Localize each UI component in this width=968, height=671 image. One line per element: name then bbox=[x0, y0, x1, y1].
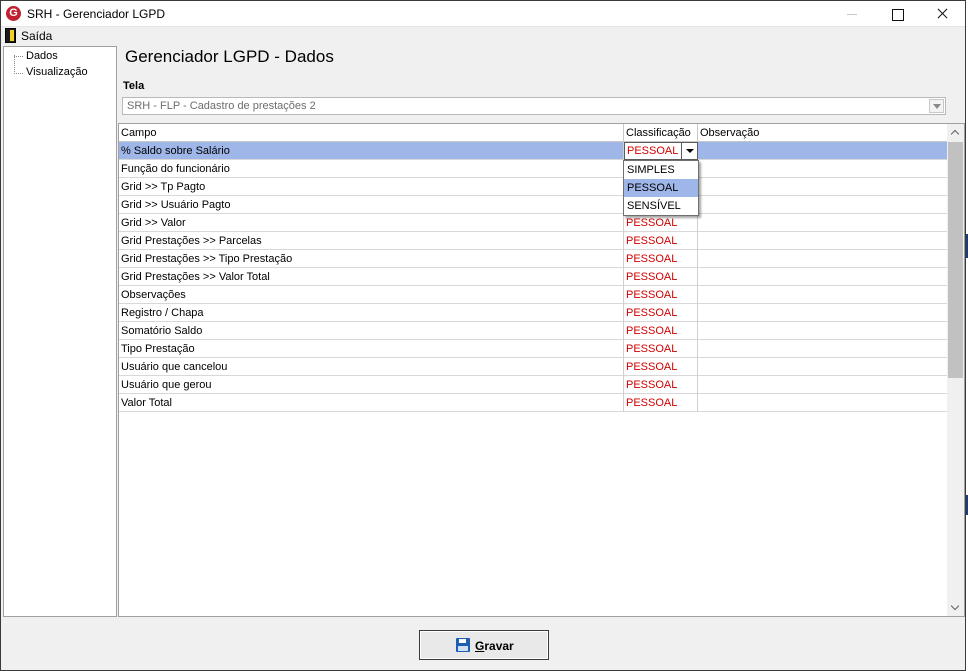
minimize-button[interactable] bbox=[829, 1, 875, 27]
tree-connector bbox=[14, 56, 23, 57]
classification-dropdown-list: SIMPLES PESSOAL SENSÍVEL bbox=[623, 160, 699, 216]
cell-campo[interactable]: Somatório Saldo bbox=[119, 322, 624, 340]
cell-observacao[interactable] bbox=[698, 358, 948, 376]
window-title: SRH - Gerenciador LGPD bbox=[27, 7, 166, 21]
exit-door-icon[interactable] bbox=[5, 28, 16, 43]
column-header-classificacao[interactable]: Classificação bbox=[624, 124, 698, 142]
table-row[interactable]: Grid Prestações >> Parcelas PESSOAL bbox=[119, 232, 948, 250]
vertical-scrollbar[interactable] bbox=[947, 124, 964, 616]
scroll-down-icon[interactable] bbox=[947, 599, 964, 616]
column-header-observacao[interactable]: Observação bbox=[698, 124, 948, 142]
table-row[interactable]: % Saldo sobre Salário PESSOAL bbox=[119, 142, 948, 160]
table-row[interactable]: Grid >> Usuário Pagto bbox=[119, 196, 948, 214]
cell-observacao[interactable] bbox=[698, 232, 948, 250]
cell-observacao[interactable] bbox=[698, 214, 948, 232]
tela-select-value: SRH - FLP - Cadastro de prestações 2 bbox=[127, 100, 316, 112]
menu-item-exit[interactable]: Saída bbox=[21, 29, 52, 43]
cell-campo[interactable]: Grid Prestações >> Tipo Prestação bbox=[119, 250, 624, 268]
table-row[interactable]: Somatório Saldo PESSOAL bbox=[119, 322, 948, 340]
grid-header: Campo Classificação Observação bbox=[119, 124, 948, 142]
tree-connector bbox=[14, 55, 22, 74]
cell-observacao[interactable] bbox=[698, 196, 948, 214]
chevron-down-icon[interactable] bbox=[681, 143, 697, 159]
cell-classificacao[interactable]: PESSOAL bbox=[624, 394, 698, 412]
table-row[interactable]: Usuário que gerou PESSOAL bbox=[119, 376, 948, 394]
cell-observacao[interactable] bbox=[698, 286, 948, 304]
save-button[interactable]: Gravar bbox=[419, 630, 549, 660]
cell-observacao[interactable] bbox=[698, 142, 948, 160]
cell-observacao[interactable] bbox=[698, 340, 948, 358]
table-row[interactable]: Observações PESSOAL bbox=[119, 286, 948, 304]
cell-campo[interactable]: Usuário que gerou bbox=[119, 376, 624, 394]
dropdown-option-simples[interactable]: SIMPLES bbox=[624, 161, 698, 179]
chevron-down-icon[interactable] bbox=[929, 99, 944, 113]
table-row[interactable]: Usuário que cancelou PESSOAL bbox=[119, 358, 948, 376]
cell-classificacao[interactable]: PESSOAL bbox=[624, 358, 698, 376]
table-row[interactable]: Valor Total PESSOAL bbox=[119, 394, 948, 412]
cell-campo[interactable]: Grid >> Usuário Pagto bbox=[119, 196, 624, 214]
table-row[interactable]: Grid Prestações >> Valor Total PESSOAL bbox=[119, 268, 948, 286]
cell-observacao[interactable] bbox=[698, 304, 948, 322]
dropdown-option-sensivel[interactable]: SENSÍVEL bbox=[624, 197, 698, 215]
cell-classificacao[interactable]: PESSOAL bbox=[624, 214, 698, 232]
classification-select[interactable]: PESSOAL bbox=[624, 142, 698, 160]
cell-campo[interactable]: Valor Total bbox=[119, 394, 624, 412]
cell-observacao[interactable] bbox=[698, 376, 948, 394]
cell-classificacao[interactable]: PESSOAL bbox=[624, 304, 698, 322]
cell-campo[interactable]: Registro / Chapa bbox=[119, 304, 624, 322]
cell-campo[interactable]: Grid >> Tp Pagto bbox=[119, 178, 624, 196]
table-row[interactable]: Registro / Chapa PESSOAL bbox=[119, 304, 948, 322]
close-button[interactable] bbox=[919, 1, 965, 27]
cell-classificacao[interactable]: PESSOAL bbox=[624, 286, 698, 304]
tela-select[interactable]: SRH - FLP - Cadastro de prestações 2 bbox=[122, 97, 946, 115]
floppy-disk-icon bbox=[456, 638, 470, 652]
classification-select-value: PESSOAL bbox=[627, 145, 679, 157]
cell-observacao[interactable] bbox=[698, 322, 948, 340]
page-title: Gerenciador LGPD - Dados bbox=[125, 47, 334, 66]
cell-campo[interactable]: Função do funcionário bbox=[119, 160, 624, 178]
menu-bar: Saída bbox=[1, 27, 965, 45]
dropdown-option-pessoal[interactable]: PESSOAL bbox=[624, 179, 698, 197]
title-bar: G SRH - Gerenciador LGPD bbox=[1, 1, 965, 27]
cell-campo[interactable]: Tipo Prestação bbox=[119, 340, 624, 358]
cell-observacao[interactable] bbox=[698, 160, 948, 178]
table-row[interactable]: Grid >> Tp Pagto bbox=[119, 178, 948, 196]
tree-connector bbox=[14, 73, 23, 74]
cell-campo[interactable]: Usuário que cancelou bbox=[119, 358, 624, 376]
cell-observacao[interactable] bbox=[698, 394, 948, 412]
cell-observacao[interactable] bbox=[698, 178, 948, 196]
cell-classificacao[interactable]: PESSOAL bbox=[624, 268, 698, 286]
table-row[interactable]: Grid Prestações >> Tipo Prestação PESSOA… bbox=[119, 250, 948, 268]
maximize-button[interactable] bbox=[875, 1, 921, 27]
tela-label: Tela bbox=[123, 80, 145, 92]
save-button-label: Gravar bbox=[475, 639, 514, 653]
cell-campo[interactable]: Grid Prestações >> Valor Total bbox=[119, 268, 624, 286]
scrollbar-thumb[interactable] bbox=[948, 142, 963, 378]
cell-observacao[interactable] bbox=[698, 250, 948, 268]
app-logo-icon: G bbox=[6, 6, 21, 21]
cell-classificacao[interactable]: PESSOAL bbox=[624, 322, 698, 340]
fields-grid[interactable]: Campo Classificação Observação % Saldo s… bbox=[118, 123, 965, 617]
cell-classificacao[interactable]: PESSOAL bbox=[624, 250, 698, 268]
app-window: G SRH - Gerenciador LGPD Saída Dados Vis… bbox=[0, 0, 966, 671]
table-row[interactable]: Grid >> Valor PESSOAL bbox=[119, 214, 948, 232]
cell-campo[interactable]: % Saldo sobre Salário bbox=[119, 142, 624, 160]
cell-classificacao[interactable]: PESSOAL bbox=[624, 340, 698, 358]
column-header-campo[interactable]: Campo bbox=[119, 124, 624, 142]
navigation-tree: Dados Visualização bbox=[3, 46, 117, 617]
tree-item-dados[interactable]: Dados bbox=[26, 50, 58, 62]
table-row[interactable]: Função do funcionário bbox=[119, 160, 948, 178]
cell-campo[interactable]: Observações bbox=[119, 286, 624, 304]
table-row[interactable]: Tipo Prestação PESSOAL bbox=[119, 340, 948, 358]
tree-item-visualizacao[interactable]: Visualização bbox=[26, 66, 88, 78]
cell-classificacao[interactable]: PESSOAL bbox=[624, 232, 698, 250]
scroll-up-icon[interactable] bbox=[947, 124, 964, 141]
cell-observacao[interactable] bbox=[698, 268, 948, 286]
cell-campo[interactable]: Grid Prestações >> Parcelas bbox=[119, 232, 624, 250]
cell-campo[interactable]: Grid >> Valor bbox=[119, 214, 624, 232]
cell-classificacao[interactable]: PESSOAL bbox=[624, 376, 698, 394]
